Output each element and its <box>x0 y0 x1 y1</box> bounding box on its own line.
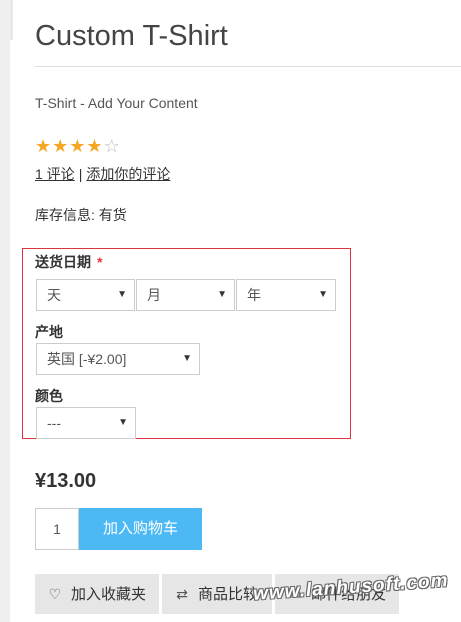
color-select[interactable]: --- ▼ <box>36 407 136 439</box>
reviews-count-link[interactable]: 1 评论 <box>35 166 75 182</box>
required-mark: * <box>97 254 103 270</box>
reviews-line: 1 评论 | 添加你的评论 <box>35 164 170 184</box>
product-description: T-Shirt - Add Your Content <box>35 95 198 111</box>
star-empty-icon: ☆ <box>103 136 121 156</box>
add-review-link[interactable]: 添加你的评论 <box>86 166 170 182</box>
color-label: 颜色 <box>35 388 63 404</box>
day-select-value: 天 <box>47 287 61 303</box>
chevron-down-icon: ▼ <box>217 289 227 300</box>
day-select[interactable]: 天 ▼ <box>36 279 135 311</box>
quantity-input[interactable]: 1 <box>35 508 79 550</box>
stock-info: 库存信息: 有货 <box>35 205 127 225</box>
stock-value: 有货 <box>98 207 127 223</box>
delivery-date-label-text: 送货日期 <box>35 254 91 270</box>
heart-icon: ♡ <box>48 586 62 602</box>
year-select-value: 年 <box>247 287 261 303</box>
stock-label: 库存信息: <box>35 207 95 223</box>
chevron-down-icon: ▼ <box>118 417 128 428</box>
origin-select-value: 英国 [-¥2.00] <box>47 351 127 367</box>
star-filled-icon: ★ <box>35 136 53 156</box>
color-select-value: --- <box>47 415 61 431</box>
product-price: ¥13.00 <box>35 470 97 492</box>
delivery-date-label: 送货日期 * <box>35 252 102 272</box>
rating-stars: ★★★★☆ <box>35 136 121 156</box>
star-filled-icon: ★ <box>52 136 70 156</box>
origin-select[interactable]: 英国 [-¥2.00] ▼ <box>36 343 200 375</box>
month-select[interactable]: 月 ▼ <box>136 279 235 311</box>
product-title: Custom T-Shirt <box>35 20 228 52</box>
left-page-strip <box>0 0 10 622</box>
chevron-down-icon: ▼ <box>182 353 192 364</box>
year-select[interactable]: 年 ▼ <box>236 279 336 311</box>
star-filled-icon: ★ <box>86 136 104 156</box>
month-select-value: 月 <box>147 287 161 303</box>
title-divider <box>35 66 461 67</box>
origin-label: 产地 <box>35 324 63 340</box>
chevron-down-icon: ▼ <box>318 289 328 300</box>
compare-label: 商品比较 <box>198 586 259 603</box>
wishlist-button[interactable]: ♡ 加入收藏夹 <box>35 574 159 614</box>
add-to-cart-button[interactable]: 加入购物车 <box>79 508 202 550</box>
exchange-icon: ⇄ <box>176 586 188 602</box>
reviews-separator: | <box>78 166 83 182</box>
wishlist-label: 加入收藏夹 <box>71 586 147 603</box>
star-filled-icon: ★ <box>69 136 87 156</box>
left-page-strip-shade <box>10 0 13 40</box>
chevron-down-icon: ▼ <box>117 289 127 300</box>
